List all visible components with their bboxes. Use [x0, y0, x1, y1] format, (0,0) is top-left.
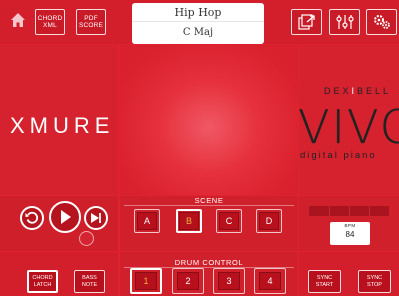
next-button[interactable]	[84, 206, 108, 230]
loop-button[interactable]	[20, 206, 44, 230]
mixer-button[interactable]	[329, 9, 360, 35]
drum-4-button[interactable]: 4	[259, 272, 281, 290]
song-key: C Maj	[182, 27, 214, 38]
home-icon[interactable]	[10, 12, 26, 28]
bpm-display[interactable]: BPM 84	[330, 222, 370, 245]
scene-c-button[interactable]: C	[219, 212, 239, 230]
song-title: Hip Hop	[132, 3, 264, 22]
divider	[124, 205, 294, 206]
drum-3-button[interactable]: 3	[218, 272, 240, 290]
chord-xml-button[interactable]: CHORD XML	[35, 9, 65, 35]
mixer-icon	[335, 15, 354, 29]
play-icon	[61, 210, 71, 224]
center-visual-panel	[120, 45, 298, 195]
scene-b-button[interactable]: B	[179, 212, 199, 230]
chord-latch-button[interactable]: CHORD LATCH	[27, 270, 58, 293]
beat-indicator	[309, 206, 389, 216]
sync-stop-button[interactable]: SYNC STOP	[358, 270, 391, 293]
song-display[interactable]: Hip Hop C Maj	[132, 3, 264, 44]
record-button[interactable]	[79, 231, 94, 246]
play-button[interactable]	[49, 201, 81, 233]
bpm-label: BPM	[344, 223, 356, 228]
pdf-score-button[interactable]: PDF SCORE	[76, 9, 106, 35]
export-button[interactable]	[291, 9, 322, 35]
export-icon	[297, 14, 315, 30]
scene-a-button[interactable]: A	[137, 212, 157, 230]
bpm-value: 84	[345, 230, 355, 239]
bass-note-button[interactable]: BASS NOTE	[74, 270, 105, 293]
scene-d-button[interactable]: D	[259, 212, 279, 230]
app-logo-text: XMURE	[10, 113, 115, 138]
sync-start-button[interactable]: SYNC START	[308, 270, 341, 293]
brand-logo: DEXIBELL	[324, 86, 392, 96]
settings-button[interactable]	[366, 9, 397, 35]
model-name: VIVO	[298, 100, 399, 154]
model-subtitle: digital piano	[300, 150, 377, 161]
skip-next-icon	[91, 213, 101, 223]
gears-icon	[373, 15, 390, 29]
drum-2-button[interactable]: 2	[177, 272, 199, 290]
drum-control-label: DRUM CONTROL	[174, 258, 244, 267]
loop-icon	[25, 211, 39, 224]
scene-label: SCENE	[194, 196, 224, 205]
drum-1-button[interactable]: 1	[135, 272, 157, 290]
